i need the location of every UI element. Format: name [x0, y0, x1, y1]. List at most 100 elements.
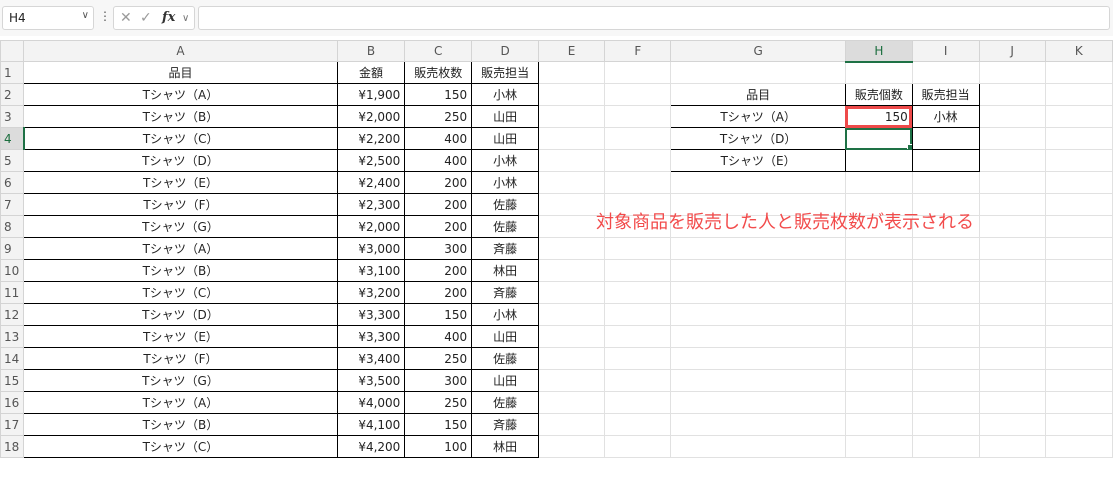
cell-i12[interactable]	[911, 303, 980, 326]
cell-h5[interactable]	[844, 149, 913, 172]
cell-d15[interactable]: 山田	[471, 369, 539, 392]
cell-j10[interactable]	[978, 259, 1046, 282]
cell-f3[interactable]	[604, 105, 672, 128]
cell-c13[interactable]: 400	[404, 325, 473, 348]
select-all-corner[interactable]	[0, 40, 25, 62]
column-header-k[interactable]: K	[1044, 40, 1113, 62]
cell-a10[interactable]: Tシャツ（B）	[23, 259, 338, 282]
cell-f6[interactable]	[604, 171, 672, 194]
row-header[interactable]: 17	[0, 413, 25, 436]
cell-c9[interactable]: 300	[404, 237, 473, 260]
cell-j3[interactable]	[978, 105, 1046, 128]
cell-h10[interactable]	[844, 259, 913, 282]
cell-a2[interactable]: Tシャツ（A）	[23, 83, 338, 106]
cell-f10[interactable]	[604, 259, 672, 282]
cell-h16[interactable]	[844, 391, 913, 414]
cell-b7[interactable]: ¥2,300	[336, 193, 406, 216]
chevron-down-icon[interactable]: ∨	[182, 13, 189, 24]
cell-k2[interactable]	[1044, 83, 1113, 106]
cell-i6[interactable]	[911, 171, 980, 194]
cell-e4[interactable]	[537, 127, 606, 150]
cell-b16[interactable]: ¥4,000	[336, 391, 406, 414]
cell-b2[interactable]: ¥1,900	[336, 83, 406, 106]
cell-d8[interactable]: 佐藤	[471, 215, 539, 238]
cell-e11[interactable]	[537, 281, 606, 304]
column-header-b[interactable]: B	[336, 40, 406, 62]
cell-b9[interactable]: ¥3,000	[336, 237, 406, 260]
cell-e6[interactable]	[537, 171, 606, 194]
cell-a3[interactable]: Tシャツ（B）	[23, 105, 338, 128]
more-vertical-icon[interactable]: ⋮	[99, 9, 111, 23]
cell-e9[interactable]	[537, 237, 606, 260]
cell-i15[interactable]	[911, 369, 980, 392]
cell-c4[interactable]: 400	[404, 127, 473, 150]
cell-a7[interactable]: Tシャツ（F）	[23, 193, 338, 216]
cell-b8[interactable]: ¥2,000	[336, 215, 406, 238]
cell-b17[interactable]: ¥4,100	[336, 413, 406, 436]
cell-i4[interactable]	[911, 127, 980, 150]
row-header[interactable]: 6	[0, 171, 25, 194]
fill-handle[interactable]	[906, 144, 912, 149]
cell-d18[interactable]: 林田	[471, 435, 539, 458]
cell-a13[interactable]: Tシャツ（E）	[23, 325, 338, 348]
cell-h15[interactable]	[844, 369, 913, 392]
row-header[interactable]: 15	[0, 369, 25, 392]
cell-a5[interactable]: Tシャツ（D）	[23, 149, 338, 172]
cell-b4[interactable]: ¥2,200	[336, 127, 406, 150]
cell-e16[interactable]	[537, 391, 606, 414]
cell-k1[interactable]	[1044, 61, 1113, 84]
cell-b14[interactable]: ¥3,400	[336, 347, 406, 370]
cell-g5[interactable]: Tシャツ（E）	[670, 149, 846, 172]
cell-b11[interactable]: ¥3,200	[336, 281, 406, 304]
cell-b3[interactable]: ¥2,000	[336, 105, 406, 128]
cell-g17[interactable]	[670, 413, 846, 436]
cell-e15[interactable]	[537, 369, 606, 392]
cell-d14[interactable]: 佐藤	[471, 347, 539, 370]
cell-j7[interactable]	[978, 193, 1046, 216]
cell-k13[interactable]	[1044, 325, 1113, 348]
cell-a11[interactable]: Tシャツ（C）	[23, 281, 338, 304]
cell-d1[interactable]: 販売担当	[471, 61, 539, 84]
cell-h9[interactable]	[844, 237, 913, 260]
cell-k12[interactable]	[1044, 303, 1113, 326]
cell-c8[interactable]: 200	[404, 215, 473, 238]
cell-k8[interactable]	[1044, 215, 1113, 238]
cell-d12[interactable]: 小林	[471, 303, 539, 326]
cell-c18[interactable]: 100	[404, 435, 473, 458]
cell-f9[interactable]	[604, 237, 672, 260]
check-icon[interactable]: ✓	[140, 10, 152, 26]
row-header[interactable]: 2	[0, 83, 25, 106]
cell-k16[interactable]	[1044, 391, 1113, 414]
cell-e17[interactable]	[537, 413, 606, 436]
cell-j11[interactable]	[978, 281, 1046, 304]
cell-a12[interactable]: Tシャツ（D）	[23, 303, 338, 326]
cell-g6[interactable]	[670, 171, 846, 194]
cell-k5[interactable]	[1044, 149, 1113, 172]
cell-c14[interactable]: 250	[404, 347, 473, 370]
cell-k9[interactable]	[1044, 237, 1113, 260]
cell-g2[interactable]: 品目	[670, 83, 846, 106]
row-header[interactable]: 18	[0, 435, 25, 458]
row-header[interactable]: 11	[0, 281, 25, 304]
cell-g1[interactable]	[670, 61, 846, 84]
column-header-a[interactable]: A	[23, 40, 338, 62]
cell-g12[interactable]	[670, 303, 846, 326]
cell-e3[interactable]	[537, 105, 606, 128]
cell-f13[interactable]	[604, 325, 672, 348]
cell-f4[interactable]	[604, 127, 672, 150]
cell-b6[interactable]: ¥2,400	[336, 171, 406, 194]
cell-g10[interactable]	[670, 259, 846, 282]
cell-b18[interactable]: ¥4,200	[336, 435, 406, 458]
cell-h17[interactable]	[844, 413, 913, 436]
row-header[interactable]: 12	[0, 303, 25, 326]
cell-b13[interactable]: ¥3,300	[336, 325, 406, 348]
cell-i13[interactable]	[911, 325, 980, 348]
cell-f16[interactable]	[604, 391, 672, 414]
cell-h12[interactable]	[844, 303, 913, 326]
cell-i3[interactable]: 小林	[911, 105, 980, 128]
cell-i18[interactable]	[911, 435, 980, 458]
column-header-h[interactable]: H	[844, 40, 913, 63]
cancel-icon[interactable]: ✕	[120, 10, 132, 26]
cell-d11[interactable]: 斉藤	[471, 281, 539, 304]
row-header[interactable]: 3	[0, 105, 25, 128]
